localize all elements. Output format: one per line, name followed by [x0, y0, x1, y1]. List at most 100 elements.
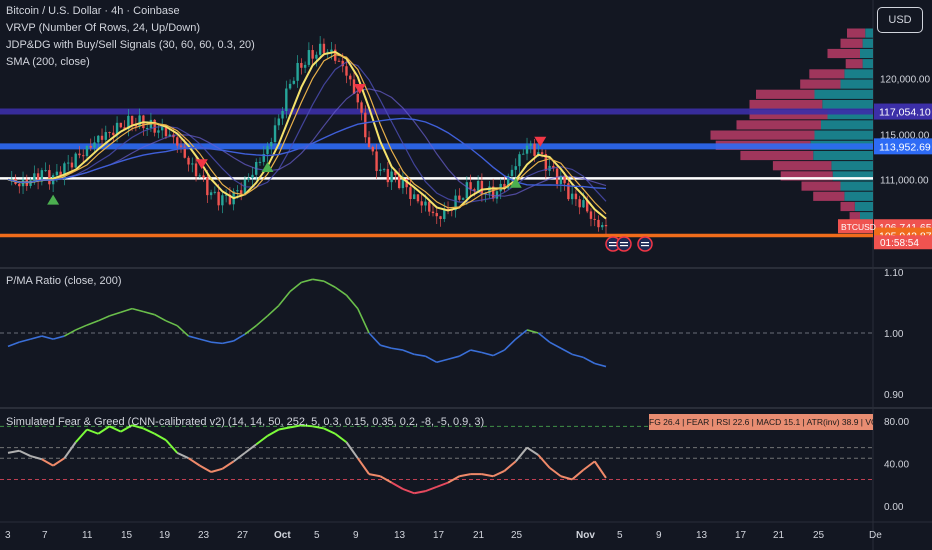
fg-axis-tick: 40.00: [884, 460, 909, 471]
time-axis-tick: 13: [696, 530, 708, 541]
indicator-jdp[interactable]: JDP&DG with Buy/Sell Signals (30, 60, 60…: [6, 37, 255, 54]
fg-axis-tick: 0.00: [884, 502, 904, 513]
candle-down: [349, 75, 352, 80]
fg-line-segment: [52, 457, 65, 467]
fg-line-segment: [221, 460, 235, 470]
vp-bar-up: [814, 89, 873, 99]
vp-bar-down: [840, 201, 855, 212]
candle-up: [582, 200, 585, 208]
candle-down: [179, 145, 183, 147]
candle-up: [424, 201, 427, 206]
candle-down: [130, 115, 134, 125]
candle-up: [461, 198, 465, 200]
fg-line-segment: [30, 455, 43, 461]
vp-bar-down: [845, 59, 863, 69]
vp-bar-down: [736, 120, 821, 130]
fast-ma-line-2: [7, 53, 607, 215]
candle-down: [100, 135, 104, 140]
candle-up: [318, 43, 322, 55]
time-axis-tick: 7: [42, 530, 48, 541]
candle-down: [345, 66, 348, 76]
price-label-text: 113,952.69: [879, 141, 931, 153]
vp-bar-down: [840, 38, 863, 48]
fg-line-segment: [571, 469, 585, 481]
vp-bar-up: [822, 99, 873, 110]
ratio-pane-legend[interactable]: P/MA Ratio (close, 200): [6, 273, 122, 290]
time-axis-tick: 23: [198, 530, 210, 541]
ratio-axis-tick: 0.90: [884, 390, 904, 401]
fg-line-segment: [187, 457, 201, 467]
countdown-text: 01:58:54: [880, 238, 919, 249]
fg-line-segment: [18, 449, 31, 457]
vp-bar-down: [740, 150, 814, 161]
candle-down: [416, 194, 420, 202]
ratio-line-up: [75, 324, 88, 331]
candle-up: [288, 83, 292, 89]
fg-line-segment: [63, 441, 77, 459]
ratio-axis-tick: 1.10: [884, 268, 904, 279]
fg-pane-legend[interactable]: Simulated Fear & Greed (CNN-calibrated v…: [6, 414, 484, 431]
ratio-line-down: [436, 358, 449, 364]
indicator-vrvp[interactable]: VRVP (Number Of Rows, 24, Up/Down): [6, 20, 255, 37]
fg-line-segment: [233, 452, 246, 463]
candle-up: [258, 161, 262, 163]
candle-up: [292, 80, 296, 84]
time-axis-tick: 5: [314, 530, 320, 541]
symbol-title[interactable]: Bitcoin / U.S. Dollar · 4h · Coinbase: [6, 3, 255, 20]
vp-bar-up: [813, 150, 873, 161]
candle-up: [525, 145, 529, 154]
chart-canvas[interactable]: 111,000.00115,000.00120,000.00117,054.10…: [0, 0, 932, 550]
vp-bar-up: [865, 28, 873, 38]
sell-signal-triangle: [195, 159, 208, 170]
time-axis-tick: 15: [121, 530, 133, 541]
candle-up: [251, 174, 254, 179]
time-axis-tick: Oct: [274, 530, 291, 541]
fg-line-segment: [425, 485, 438, 493]
candle-down: [589, 211, 593, 219]
candle-up: [330, 49, 333, 52]
ratio-line-up: [86, 320, 99, 326]
candle-up: [296, 62, 299, 81]
ratio-line-down: [560, 347, 573, 356]
indicator-sma[interactable]: SMA (200, close): [6, 54, 255, 71]
time-axis-tick: 17: [433, 530, 445, 541]
candle-up: [191, 163, 194, 165]
candle-down: [533, 143, 536, 156]
fg-line-segment: [402, 488, 415, 495]
ratio-axis-tick: 1.00: [884, 329, 904, 340]
ratio-line-down: [425, 355, 438, 363]
ratio-line-down: [492, 349, 505, 357]
ratio-line-down: [594, 362, 607, 368]
candle-up: [315, 54, 318, 59]
candle-down: [202, 175, 205, 178]
candle-up: [85, 145, 89, 157]
candle-up: [465, 182, 469, 199]
us-flag-icon: [616, 236, 632, 252]
currency-button[interactable]: USD: [877, 7, 923, 33]
candle-up: [390, 171, 393, 183]
ratio-line-down: [481, 351, 494, 357]
ratio-line-up: [289, 281, 302, 293]
candle-down: [555, 168, 559, 185]
fg-line-segment: [548, 466, 562, 478]
candle-up: [382, 169, 386, 171]
candle-down: [311, 50, 314, 59]
ratio-line-down: [503, 338, 517, 351]
fg-line-segment: [244, 443, 257, 454]
candle-down: [439, 216, 442, 219]
ratio-line-down: [211, 341, 223, 345]
candle-down: [469, 182, 472, 190]
fg-line-segment: [165, 439, 178, 454]
candle-up: [476, 181, 480, 191]
candle-down: [604, 225, 608, 227]
fg-line-segment: [199, 464, 212, 473]
ratio-line-down: [549, 341, 562, 349]
candle-up: [570, 193, 574, 200]
candle-up: [74, 153, 77, 168]
vp-bar-up: [814, 130, 873, 140]
fg-line-segment: [379, 475, 393, 484]
vp-bar-up: [860, 48, 873, 59]
us-flag-icon: [609, 242, 617, 244]
candle-down: [119, 122, 123, 128]
vp-bar-up: [821, 120, 873, 130]
